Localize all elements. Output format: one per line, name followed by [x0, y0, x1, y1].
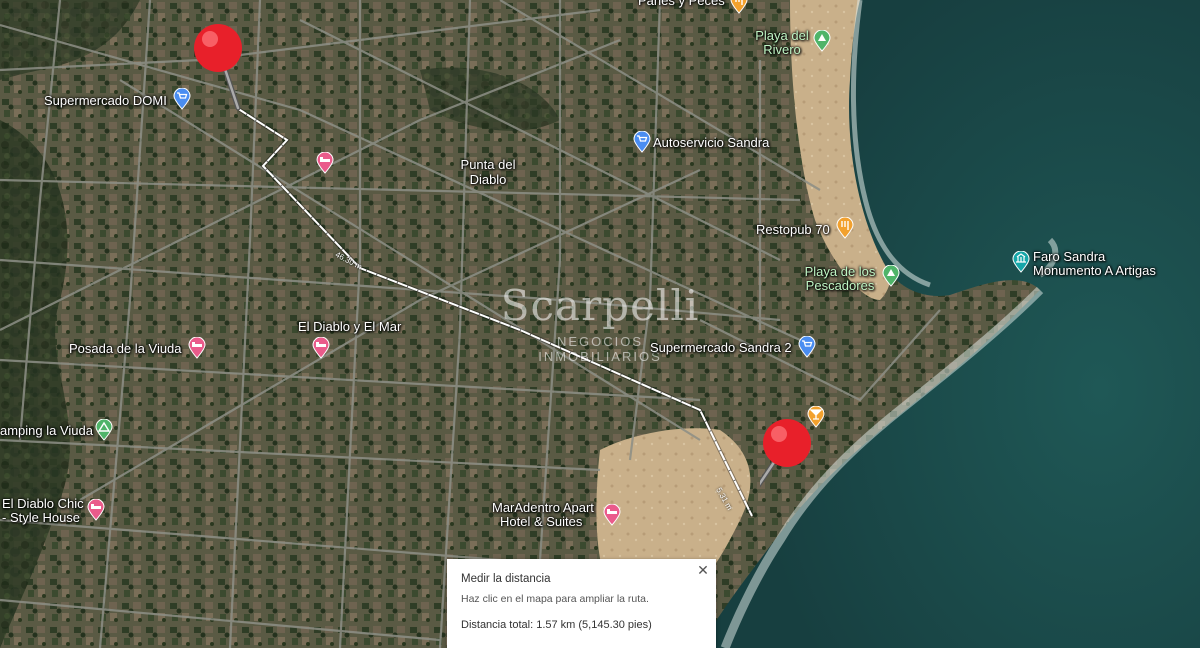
measure-title: Medir la distancia	[461, 573, 551, 585]
restaurant-icon[interactable]	[836, 217, 854, 239]
place-label-posada-de-la-viuda[interactable]: Posada de la Viuda	[69, 342, 182, 356]
place-label-hotel-suites[interactable]: Hotel & Suites	[500, 515, 582, 529]
place-label-el-diablo-y-el-mar[interactable]: El Diablo y El Mar	[298, 320, 401, 334]
playa-del-rivero-text: Playa del Rivero	[755, 28, 809, 57]
hotel-bed-icon[interactable]	[188, 337, 206, 359]
close-icon[interactable]: ✕	[694, 561, 712, 579]
measure-hint: Haz clic en el mapa para ampliar la ruta…	[461, 593, 649, 605]
place-label-el-diablo-chic[interactable]: El Diablo Chic	[2, 497, 84, 511]
park-icon[interactable]	[813, 30, 831, 52]
place-label-style-house[interactable]: - Style House	[2, 511, 80, 525]
red-pushpin-icon[interactable]	[747, 418, 840, 518]
shopping-cart-icon[interactable]	[173, 88, 191, 110]
place-label-autoservicio-sandra[interactable]: Autoservicio Sandra	[653, 136, 769, 150]
place-label-maradentro[interactable]: MarAdentro Apart	[492, 501, 594, 515]
restaurant-icon[interactable]	[730, 0, 748, 14]
place-label-supermercado-sandra-2[interactable]: Supermercado Sandra 2	[650, 341, 792, 355]
measure-total-distance: Distancia total: 1.57 km (5,145.30 pies)	[461, 619, 652, 631]
place-label-playa-de-los-pescadores[interactable]: Playa de los Pescadores	[800, 265, 880, 293]
place-label-restopub-70[interactable]: Restopub 70	[756, 223, 830, 237]
place-label-camping-la-viuda[interactable]: amping la Viuda	[0, 424, 93, 438]
place-label-supermercado-domi[interactable]: Supermercado DOMI	[44, 94, 167, 108]
hotel-bed-icon[interactable]	[316, 152, 334, 174]
place-label-panes-y-peces[interactable]: Panes y Peces	[638, 0, 725, 8]
red-pushpin-icon[interactable]	[190, 22, 270, 122]
hotel-bed-icon[interactable]	[87, 499, 105, 521]
punta-del-diablo-text: Punta del Diablo	[460, 157, 516, 187]
satellite-map[interactable]: 46.30 m 5.31 m Scarpelli NEGOCIOS INMOBI…	[0, 0, 1200, 648]
measure-distance-panel: Medir la distancia Haz clic en el mapa p…	[447, 559, 716, 648]
shopping-cart-icon[interactable]	[798, 336, 816, 358]
playa-pescadores-text: Playa de los Pescadores	[804, 264, 876, 293]
place-label-playa-del-rivero[interactable]: Playa del Rivero	[752, 29, 812, 57]
camping-icon[interactable]	[95, 419, 113, 441]
hotel-bed-icon[interactable]	[603, 504, 621, 526]
landmark-icon[interactable]	[1012, 251, 1030, 273]
shopping-cart-icon[interactable]	[633, 131, 651, 153]
hotel-bed-icon[interactable]	[312, 337, 330, 359]
place-label-monumento-artigas[interactable]: Monumento A Artigas	[1033, 264, 1156, 278]
place-label-faro-sandra[interactable]: Faro Sandra	[1033, 250, 1105, 264]
park-icon[interactable]	[882, 265, 900, 287]
place-label-punta-del-diablo[interactable]: Punta del Diablo	[448, 157, 528, 187]
